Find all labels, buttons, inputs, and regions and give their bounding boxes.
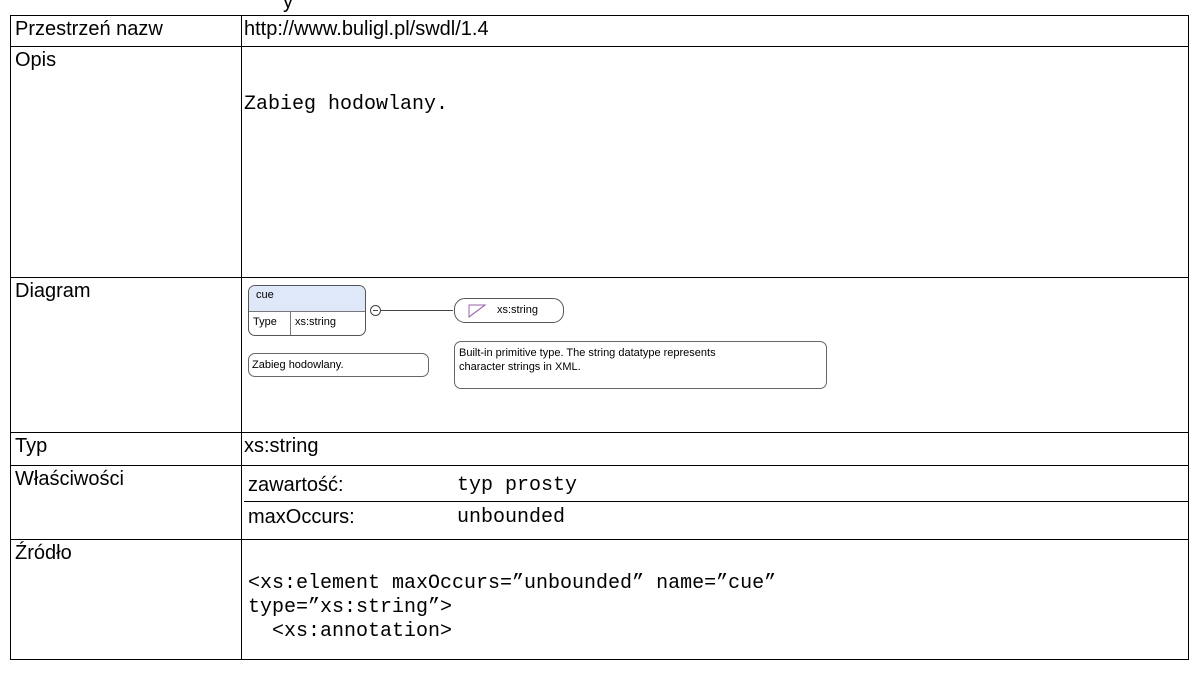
property-value: typ prosty: [453, 470, 1188, 502]
source-line: <xs:element maxOccurs=”unbounded” name=”…: [248, 572, 777, 595]
type-annotation-line-2: character strings in XML.: [459, 361, 581, 373]
element-doc-table: Przestrzeń nazw http://www.buligl.pl/swd…: [10, 15, 1189, 660]
page-header-fragment: y: [283, 0, 293, 13]
type-annotation-callout: Built-in primitive type. The string data…: [454, 341, 827, 389]
sequence-connector-icon: [370, 305, 381, 316]
row-source: Źródło <xs:element maxOccurs=”unbounded”…: [10, 539, 1189, 660]
property-row: zawartość: typ prosty: [244, 470, 1188, 502]
simple-type-icon: [468, 304, 487, 318]
source-code: <xs:element maxOccurs=”unbounded” name=”…: [248, 572, 1188, 644]
schema-diagram: cue Type xs:string xs:string Zabieg hodo…: [244, 280, 844, 390]
source-label: Źródło: [10, 539, 242, 660]
property-value: unbounded: [457, 506, 566, 529]
properties-label: Właściwości: [10, 465, 242, 540]
source-cell: <xs:element maxOccurs=”unbounded” name=”…: [241, 539, 1189, 660]
diagram-element-type-row: Type xs:string: [249, 312, 365, 335]
diagram-connector-line: [381, 310, 453, 311]
diagram-type-node[interactable]: xs:string: [454, 298, 564, 323]
row-properties: Właściwości zawartość: typ prosty maxOcc…: [10, 465, 1189, 540]
diagram-cell: cue Type xs:string xs:string Zabieg hodo…: [241, 277, 1189, 433]
diagram-element-name: cue: [249, 286, 365, 312]
property-key: zawartość:: [244, 470, 453, 502]
property-row: maxOccurs: unbounded: [244, 502, 1188, 534]
element-annotation-text: Zabieg hodowlany.: [252, 359, 344, 371]
source-line: <xs:annotation>: [248, 620, 453, 643]
row-namespace: Przestrzeń nazw http://www.buligl.pl/swd…: [10, 15, 1189, 47]
source-line: type=”xs:string”>: [248, 596, 453, 619]
description-text: Zabieg hodowlany.: [244, 93, 449, 116]
diagram-label: Diagram: [10, 277, 242, 433]
diagram-type-node-label: xs:string: [497, 304, 538, 316]
diagram-type-value: xs:string: [295, 316, 336, 328]
properties-cell: zawartość: typ prosty maxOccurs: unbound…: [241, 465, 1189, 540]
row-diagram: Diagram cue Type xs:string xs:string Zab…: [10, 277, 1189, 433]
type-annotation-line-1: Built-in primitive type. The string data…: [459, 347, 716, 359]
description-label: Opis: [10, 46, 242, 278]
type-value: xs:string: [241, 432, 1189, 466]
row-description: Opis Zabieg hodowlany.: [10, 46, 1189, 278]
row-type: Typ xs:string: [10, 432, 1189, 466]
properties-table: zawartość: typ prosty maxOccurs: unbound…: [244, 470, 1188, 533]
description-cell: Zabieg hodowlany.: [241, 46, 1189, 278]
element-annotation-callout: Zabieg hodowlany.: [248, 353, 429, 377]
page-header: y: [0, 0, 1194, 13]
diagram-type-key: Type: [249, 312, 291, 335]
namespace-value: http://www.buligl.pl/swdl/1.4: [241, 15, 1189, 47]
property-key: maxOccurs:: [248, 506, 355, 528]
namespace-label: Przestrzeń nazw: [10, 15, 242, 47]
type-label: Typ: [10, 432, 242, 466]
diagram-element-box[interactable]: cue Type xs:string: [248, 285, 366, 336]
